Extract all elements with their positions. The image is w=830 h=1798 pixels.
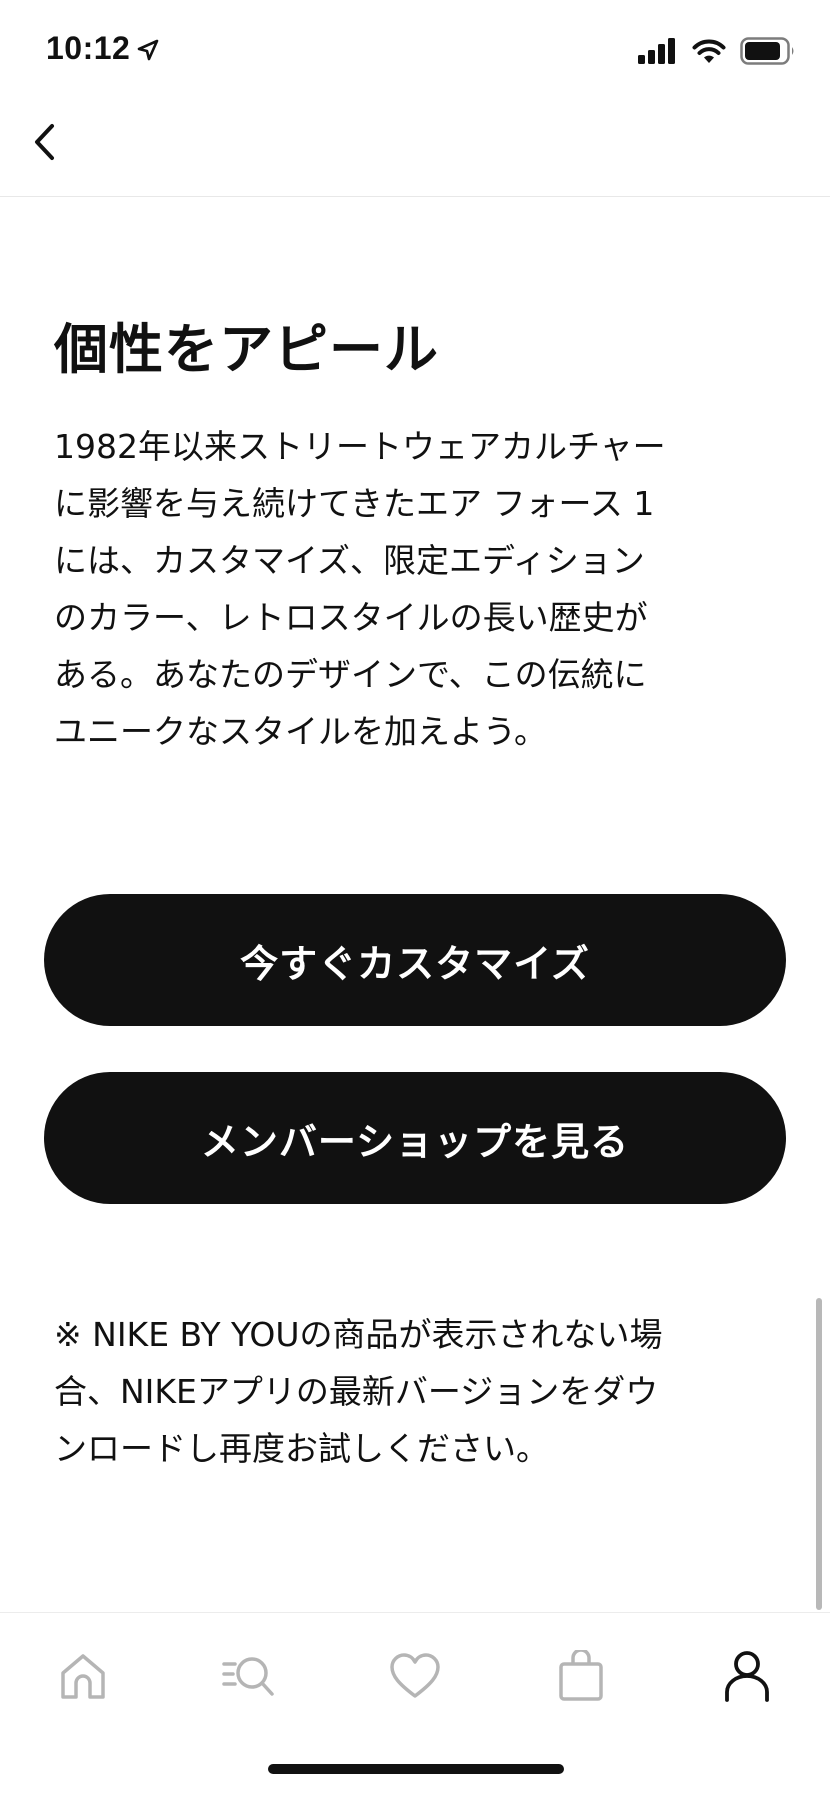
tab-bag[interactable] <box>548 1643 614 1709</box>
location-arrow-icon <box>137 39 159 61</box>
heart-icon <box>390 1653 440 1698</box>
wifi-icon <box>692 39 726 63</box>
description-text: 1982年以来ストリートウェアカルチャー に影響を与え続けてきたエア フォース … <box>54 418 774 760</box>
notice-line: ※ NIKE BY YOUの商品が表示されない場 <box>54 1315 663 1354</box>
battery-icon <box>740 37 794 65</box>
notice-line: ンロードし再度お試しください。 <box>54 1429 549 1468</box>
description-line: 1982年以来ストリートウェアカルチャー <box>54 427 666 466</box>
nav-header <box>0 100 830 197</box>
view-member-shop-button[interactable]: メンバーショップを見る <box>44 1072 786 1204</box>
description-line: のカラー、レトロスタイルの長い歴史が <box>54 598 648 637</box>
status-icons <box>638 36 796 66</box>
notice-line: 合、NIKEアプリの最新バージョンをダウ <box>54 1372 659 1411</box>
tab-home[interactable] <box>50 1643 116 1709</box>
page-title: 個性をアピール <box>54 318 439 381</box>
home-indicator <box>268 1764 564 1774</box>
search-list-icon <box>222 1657 274 1696</box>
tab-profile[interactable] <box>714 1643 780 1709</box>
customize-now-button[interactable]: 今すぐカスタマイズ <box>44 894 786 1026</box>
bag-icon <box>559 1650 603 1701</box>
tab-favorites[interactable] <box>382 1643 448 1709</box>
home-icon <box>61 1654 105 1699</box>
description-line: ある。あなたのデザインで、この伝統に <box>54 655 647 694</box>
notice-text: ※ NIKE BY YOUの商品が表示されない場 合、NIKEアプリの最新バージ… <box>54 1306 774 1477</box>
description-line: ユニークなスタイルを加えよう。 <box>54 712 548 751</box>
status-bar: 10:12 <box>0 0 830 100</box>
signal-bars-icon <box>638 38 675 64</box>
chevron-left-icon <box>35 124 54 160</box>
description-line: に影響を与え続けてきたエア フォース 1 <box>54 484 655 523</box>
scrollbar[interactable] <box>816 1298 822 1610</box>
description-line: には、カスタマイズ、限定エディション <box>54 541 645 580</box>
status-time: 10:12 <box>46 30 131 66</box>
back-button[interactable] <box>24 112 64 172</box>
tab-search[interactable] <box>216 1643 282 1709</box>
profile-icon <box>725 1651 769 1702</box>
